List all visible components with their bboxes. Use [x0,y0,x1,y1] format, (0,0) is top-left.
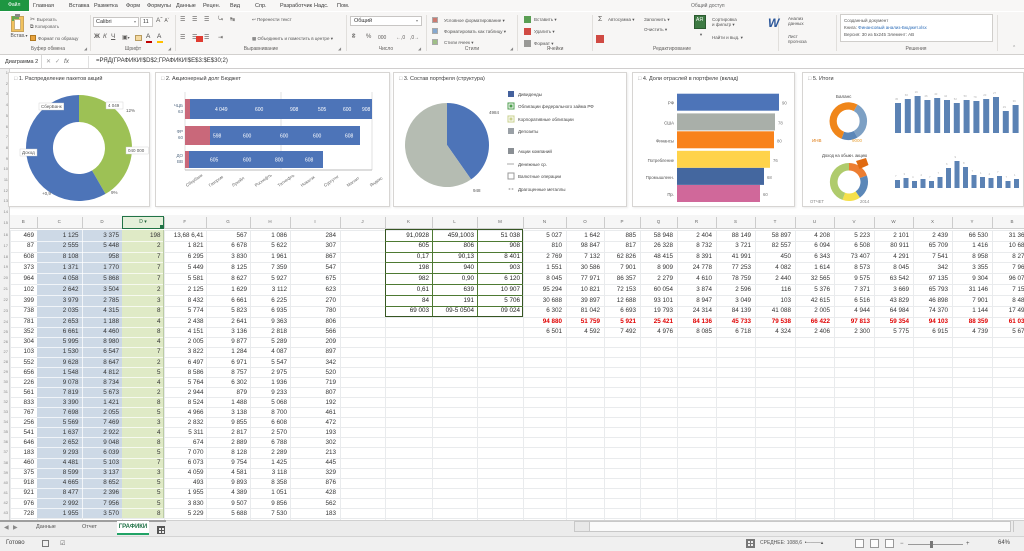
svg-text:39: 39 [1013,99,1017,103]
svg-text:90: 90 [782,101,787,106]
svg-text:ВВ: ВВ [177,159,183,164]
svg-text:40: 40 [934,92,938,96]
svg-text:Магнит: Магнит [346,175,361,187]
svg-text:12%: 12% [126,108,135,113]
svg-text:3: 3 [904,172,906,176]
svg-text:Доход на обыкн. акцию: Доход на обыкн. акцию [822,153,867,158]
svg-text:Депозиты: Депозиты [518,129,538,134]
svg-text:ЧЦБ: ЧЦБ [174,103,183,108]
svg-text:9%: 9% [111,190,118,195]
svg-text:9: 9 [955,155,957,159]
svg-text:45: 45 [895,97,899,101]
svg-text:600: 600 [343,107,352,113]
svg-text:50: 50 [964,94,968,98]
svg-text:Валютные операции: Валютные операции [518,174,561,179]
svg-text:Денежные ср.: Денежные ср. [518,162,547,167]
svg-text:800: 800 [275,158,284,164]
svg-text:6: 6 [946,162,948,166]
svg-text:Акции компаний: Акции компаний [518,148,552,154]
svg-text:ИНВ: ИНВ [812,138,822,143]
svg-text:Облигации федерального займа Р: Облигации федерального займа РФ [518,103,594,109]
svg-text:2014: 2014 [860,199,870,204]
svg-text:600: 600 [255,107,264,113]
svg-text:7: 7 [972,169,974,173]
svg-text:2: 2 [921,173,923,177]
svg-text:4 049: 4 049 [215,107,228,113]
svg-text:20: 20 [983,93,987,97]
svg-text:Сургутнг: Сургутнг [323,174,340,188]
svg-text:США: США [664,120,674,125]
svg-text:ОТЧЕТ: ОТЧЕТ [810,199,824,204]
svg-text:505: 505 [318,107,327,113]
svg-text:1: 1 [980,171,982,175]
svg-text:Доход: Доход [22,150,35,155]
svg-text:68: 68 [767,175,772,180]
svg-text:Драгоценные металлы: Драгоценные металлы [518,187,566,192]
svg-text:7: 7 [895,174,897,178]
svg-text:908: 908 [290,107,299,113]
svg-text:ФР: ФР [177,129,183,134]
svg-text:СберБанк: СберБанк [41,104,62,109]
svg-text:7: 7 [929,175,931,179]
svg-text:600: 600 [313,134,322,140]
svg-text:1: 1 [1014,173,1016,177]
svg-text:Яндекс: Яндекс [369,175,384,188]
svg-text:Потребление: Потребление [648,158,675,163]
svg-text:598: 598 [213,134,222,140]
svg-text:Роснефть: Роснефть [254,172,274,188]
svg-text:78: 78 [778,120,783,125]
svg-text:Татнефть: Татнефть [277,172,296,187]
svg-text:4984: 4984 [489,110,500,115]
svg-text:Новатэк: Новатэк [300,174,316,187]
svg-text:80: 80 [777,138,782,143]
svg-text:4 049: 4 049 [108,103,120,108]
svg-text:Финансы: Финансы [656,138,674,143]
svg-text:7: 7 [1006,175,1008,179]
svg-text:605: 605 [210,158,219,164]
svg-text:608: 608 [345,134,354,140]
svg-text:Баланс: Баланс [836,94,852,99]
svg-text:Дивиденды: Дивиденды [518,92,542,97]
svg-text:+0,9: +0,9 [42,191,51,196]
svg-text:600: 600 [243,134,252,140]
svg-text:600: 600 [280,134,289,140]
svg-text:52: 52 [954,97,958,101]
svg-text:29: 29 [1003,105,1007,109]
svg-text:7: 7 [997,170,999,174]
svg-text:60: 60 [178,135,184,140]
svg-text:4: 4 [912,175,914,179]
svg-text:9000: 9000 [852,138,863,143]
svg-text:ДО: ДО [176,153,183,158]
svg-text:Промышленн.: Промышленн. [646,175,674,180]
svg-text:040 000: 040 000 [128,148,145,153]
svg-text:63: 63 [178,109,184,114]
svg-text:44: 44 [944,94,948,98]
svg-text:908: 908 [362,107,371,113]
svg-text:76: 76 [773,158,778,163]
svg-text:600: 600 [243,158,252,164]
svg-text:19: 19 [915,90,919,94]
svg-text:Корпоративные облигации: Корпоративные облигации [518,117,574,122]
svg-text:Газпром: Газпром [208,174,224,188]
svg-text:РФ: РФ [668,101,675,106]
svg-text:60: 60 [763,192,768,197]
svg-text:79: 79 [973,95,977,99]
svg-text:7: 7 [938,171,940,175]
svg-text:8: 8 [963,161,965,165]
svg-text:46: 46 [924,94,928,98]
svg-text:4: 4 [989,172,991,176]
svg-text:608: 608 [305,158,314,164]
svg-text:66: 66 [905,93,909,97]
svg-text:948: 948 [473,188,481,193]
svg-text:Сбербанк: Сбербанк [185,173,204,188]
svg-text:Пр.: Пр. [667,192,674,197]
svg-text:Лукойл: Лукойл [231,175,246,188]
svg-text:27: 27 [993,91,997,95]
